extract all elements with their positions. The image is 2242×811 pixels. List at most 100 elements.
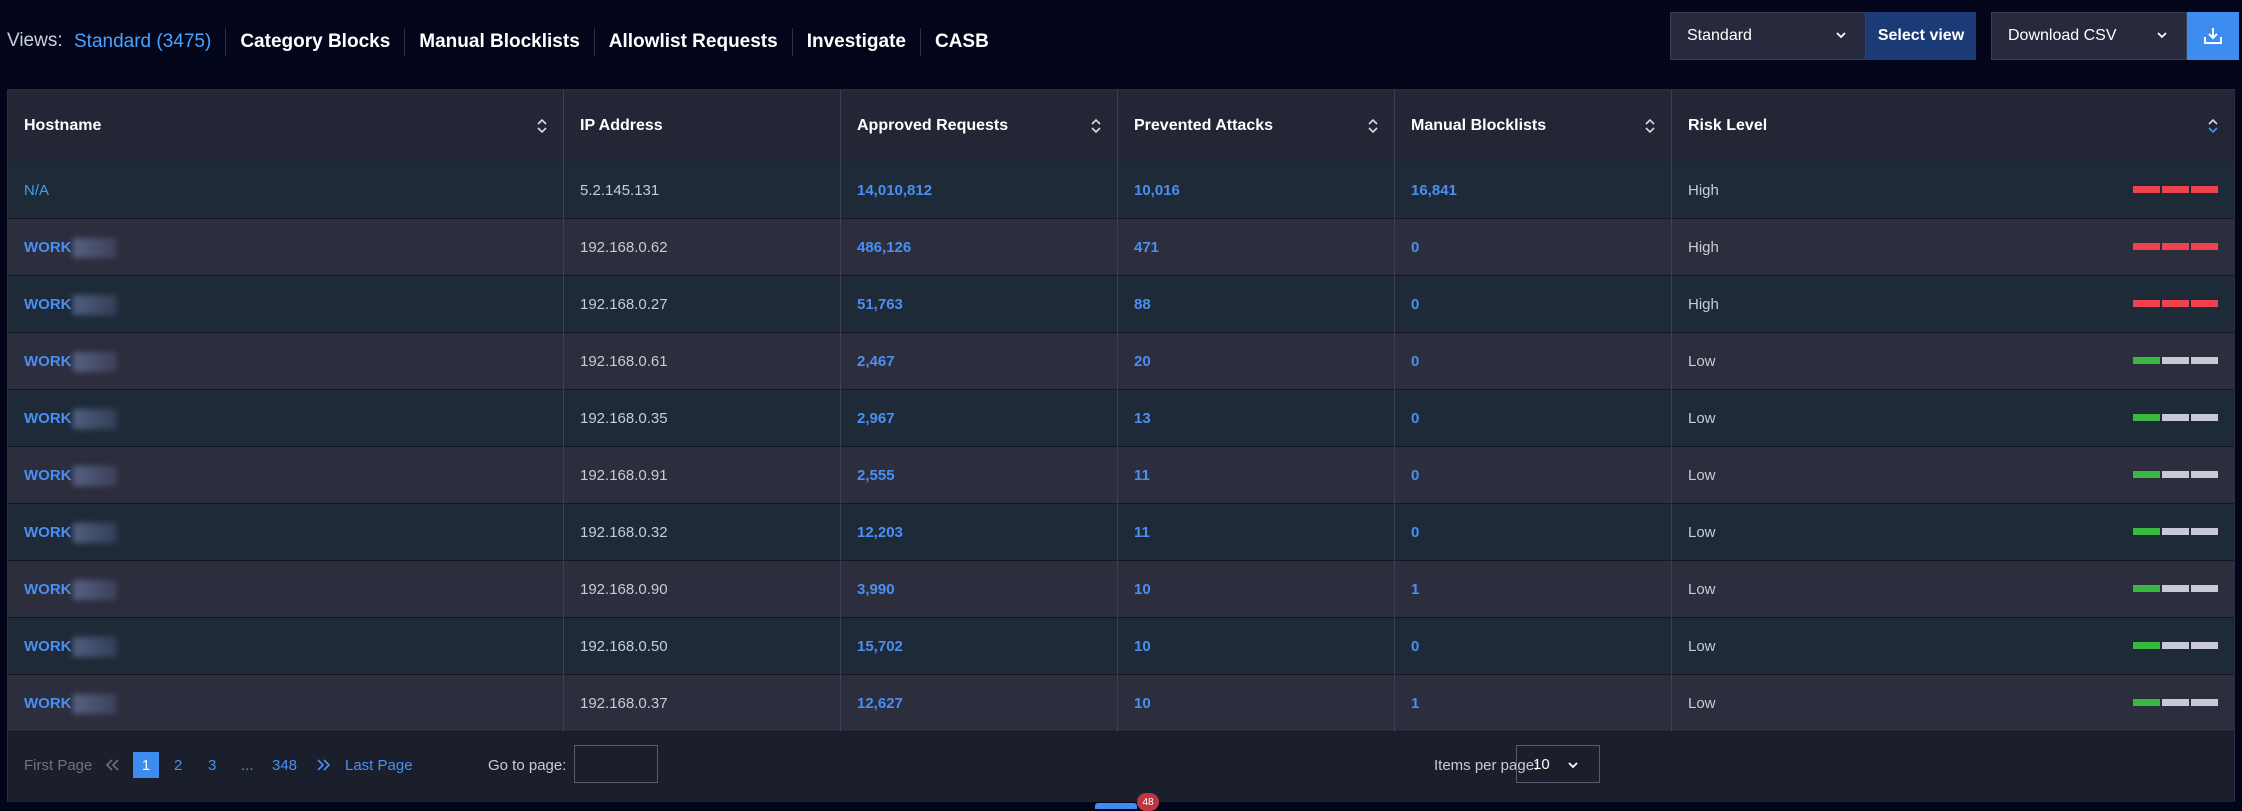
sort-icon[interactable]	[535, 116, 549, 136]
hostname-cell-text[interactable]: WORK	[24, 239, 72, 256]
column-risk-level[interactable]: Risk Level	[1672, 90, 2234, 162]
goto-page-input[interactable]	[574, 745, 658, 783]
prevented-attacks-cell[interactable]: 11	[1118, 447, 1395, 504]
select-view-button[interactable]: Select view	[1866, 12, 1976, 60]
hostname-cell[interactable]: WORK	[8, 219, 564, 276]
prevented-attacks-cell[interactable]: 88	[1118, 276, 1395, 333]
page-link[interactable]: 348	[272, 757, 297, 774]
manual-blocklists-cell[interactable]: 0	[1395, 276, 1672, 333]
tab-investigate[interactable]: Investigate	[791, 28, 920, 56]
prevented-attacks-cell-text[interactable]: 10	[1134, 581, 1151, 598]
tab-standard[interactable]: Standard (3475)	[74, 28, 225, 56]
approved-requests-cell-text[interactable]: 2,967	[857, 410, 895, 427]
manual-blocklists-cell-text[interactable]: 0	[1411, 410, 1419, 427]
approved-requests-cell[interactable]: 14,010,812	[841, 162, 1118, 219]
prevented-attacks-cell-text[interactable]: 10	[1134, 638, 1151, 655]
prevented-attacks-cell[interactable]: 10	[1118, 675, 1395, 732]
manual-blocklists-cell[interactable]: 16,841	[1395, 162, 1672, 219]
approved-requests-cell[interactable]: 2,467	[841, 333, 1118, 390]
manual-blocklists-cell[interactable]: 0	[1395, 618, 1672, 675]
sort-icon[interactable]	[1089, 116, 1103, 136]
column-approved-requests[interactable]: Approved Requests	[841, 90, 1118, 162]
double-chevron-right-icon[interactable]	[316, 758, 332, 772]
hostname-cell[interactable]: N/A	[8, 162, 564, 219]
approved-requests-cell[interactable]: 2,555	[841, 447, 1118, 504]
hostname-cell-text[interactable]: WORK	[24, 638, 72, 655]
column-hostname[interactable]: Hostname	[8, 90, 564, 162]
page-current[interactable]: 1	[133, 752, 159, 778]
prevented-attacks-cell[interactable]: 11	[1118, 504, 1395, 561]
approved-requests-cell[interactable]: 12,203	[841, 504, 1118, 561]
approved-requests-cell[interactable]: 12,627	[841, 675, 1118, 732]
approved-requests-cell[interactable]: 15,702	[841, 618, 1118, 675]
hostname-cell[interactable]: WORK	[8, 447, 564, 504]
manual-blocklists-cell[interactable]: 0	[1395, 390, 1672, 447]
hostname-cell-text[interactable]: WORK	[24, 581, 72, 598]
tab-allowlist-requests[interactable]: Allowlist Requests	[593, 28, 792, 56]
column-manual-blocklists[interactable]: Manual Blocklists	[1395, 90, 1672, 162]
manual-blocklists-cell-text[interactable]: 1	[1411, 695, 1419, 712]
tab-casb[interactable]: CASB	[919, 28, 1003, 56]
approved-requests-cell[interactable]: 3,990	[841, 561, 1118, 618]
manual-blocklists-cell-text[interactable]: 16,841	[1411, 182, 1457, 199]
approved-requests-cell-text[interactable]: 2,467	[857, 353, 895, 370]
hostname-cell-text[interactable]: WORK	[24, 695, 72, 712]
approved-requests-cell-text[interactable]: 14,010,812	[857, 182, 932, 199]
approved-requests-cell-text[interactable]: 12,203	[857, 524, 903, 541]
download-select[interactable]: Download CSV	[1991, 12, 2187, 60]
manual-blocklists-cell[interactable]: 1	[1395, 561, 1672, 618]
manual-blocklists-cell-text[interactable]: 1	[1411, 581, 1419, 598]
manual-blocklists-cell-text[interactable]: 0	[1411, 296, 1419, 313]
prevented-attacks-cell[interactable]: 10	[1118, 618, 1395, 675]
manual-blocklists-cell[interactable]: 1	[1395, 675, 1672, 732]
hostname-cell[interactable]: WORK	[8, 504, 564, 561]
view-select[interactable]: Standard	[1670, 12, 1866, 60]
double-chevron-left-icon[interactable]	[104, 758, 120, 772]
first-page-link[interactable]: First Page	[24, 757, 92, 774]
hostname-cell[interactable]: WORK	[8, 675, 564, 732]
hostname-cell[interactable]: WORK	[8, 390, 564, 447]
notification-tab[interactable]	[1095, 803, 1137, 809]
prevented-attacks-cell-text[interactable]: 11	[1134, 524, 1150, 541]
prevented-attacks-cell-text[interactable]: 13	[1134, 410, 1151, 427]
hostname-cell-text[interactable]: WORK	[24, 467, 72, 484]
hostname-cell-text[interactable]: WORK	[24, 353, 72, 370]
prevented-attacks-cell-text[interactable]: 11	[1134, 467, 1150, 484]
prevented-attacks-cell-text[interactable]: 10	[1134, 695, 1151, 712]
manual-blocklists-cell[interactable]: 0	[1395, 333, 1672, 390]
sort-icon[interactable]	[2206, 116, 2220, 136]
approved-requests-cell[interactable]: 486,126	[841, 219, 1118, 276]
download-button[interactable]	[2187, 12, 2239, 60]
manual-blocklists-cell-text[interactable]: 0	[1411, 524, 1419, 541]
approved-requests-cell-text[interactable]: 3,990	[857, 581, 895, 598]
tab-manual-blocklists[interactable]: Manual Blocklists	[404, 28, 594, 56]
sort-icon[interactable]	[1366, 116, 1380, 136]
manual-blocklists-cell[interactable]: 0	[1395, 447, 1672, 504]
hostname-cell[interactable]: WORK	[8, 618, 564, 675]
page-link[interactable]: 3	[208, 757, 216, 774]
prevented-attacks-cell[interactable]: 471	[1118, 219, 1395, 276]
approved-requests-cell-text[interactable]: 15,702	[857, 638, 903, 655]
manual-blocklists-cell-text[interactable]: 0	[1411, 467, 1419, 484]
manual-blocklists-cell[interactable]: 0	[1395, 504, 1672, 561]
prevented-attacks-cell[interactable]: 10,016	[1118, 162, 1395, 219]
prevented-attacks-cell-text[interactable]: 20	[1134, 353, 1151, 370]
prevented-attacks-cell[interactable]: 13	[1118, 390, 1395, 447]
approved-requests-cell-text[interactable]: 2,555	[857, 467, 895, 484]
page-link[interactable]: 2	[174, 757, 182, 774]
prevented-attacks-cell-text[interactable]: 88	[1134, 296, 1151, 313]
last-page-link[interactable]: Last Page	[345, 757, 413, 774]
prevented-attacks-cell[interactable]: 10	[1118, 561, 1395, 618]
manual-blocklists-cell-text[interactable]: 0	[1411, 353, 1419, 370]
manual-blocklists-cell-text[interactable]: 0	[1411, 239, 1419, 256]
manual-blocklists-cell-text[interactable]: 0	[1411, 638, 1419, 655]
notification-badge[interactable]: 48	[1137, 793, 1159, 811]
hostname-cell[interactable]: WORK	[8, 333, 564, 390]
approved-requests-cell[interactable]: 51,763	[841, 276, 1118, 333]
column-prevented-attacks[interactable]: Prevented Attacks	[1118, 90, 1395, 162]
hostname-cell-text[interactable]: WORK	[24, 296, 72, 313]
tab-category-blocks[interactable]: Category Blocks	[225, 28, 404, 56]
manual-blocklists-cell[interactable]: 0	[1395, 219, 1672, 276]
hostname-cell-text[interactable]: N/A	[24, 182, 49, 199]
items-per-page-select[interactable]: 10	[1516, 745, 1600, 783]
